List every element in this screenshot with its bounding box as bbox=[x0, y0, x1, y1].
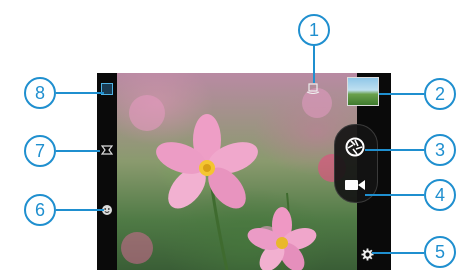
callout-1: 1 bbox=[298, 14, 330, 46]
settings-icon[interactable] bbox=[360, 247, 374, 261]
aperture-icon bbox=[345, 137, 365, 157]
video-camera-icon bbox=[345, 180, 365, 190]
callout-4: 4 bbox=[424, 179, 456, 211]
panorama-icon[interactable] bbox=[100, 143, 114, 157]
camera-viewfinder bbox=[117, 73, 357, 270]
callout-8: 8 bbox=[24, 77, 56, 109]
callout-7: 7 bbox=[24, 135, 56, 167]
camera-screen bbox=[97, 73, 391, 270]
shutter-button[interactable] bbox=[342, 134, 368, 160]
gear-icon bbox=[361, 248, 373, 260]
callout-2: 2 bbox=[424, 78, 456, 110]
video-record-button[interactable] bbox=[342, 175, 368, 195]
left-toolbar bbox=[97, 73, 117, 270]
flower-scene bbox=[121, 88, 346, 270]
callout-3: 3 bbox=[424, 134, 456, 166]
gallery-thumbnail[interactable] bbox=[347, 77, 379, 106]
callout-5: 5 bbox=[424, 236, 456, 268]
callout-6: 6 bbox=[24, 194, 56, 226]
rotate-icon[interactable] bbox=[305, 81, 321, 95]
